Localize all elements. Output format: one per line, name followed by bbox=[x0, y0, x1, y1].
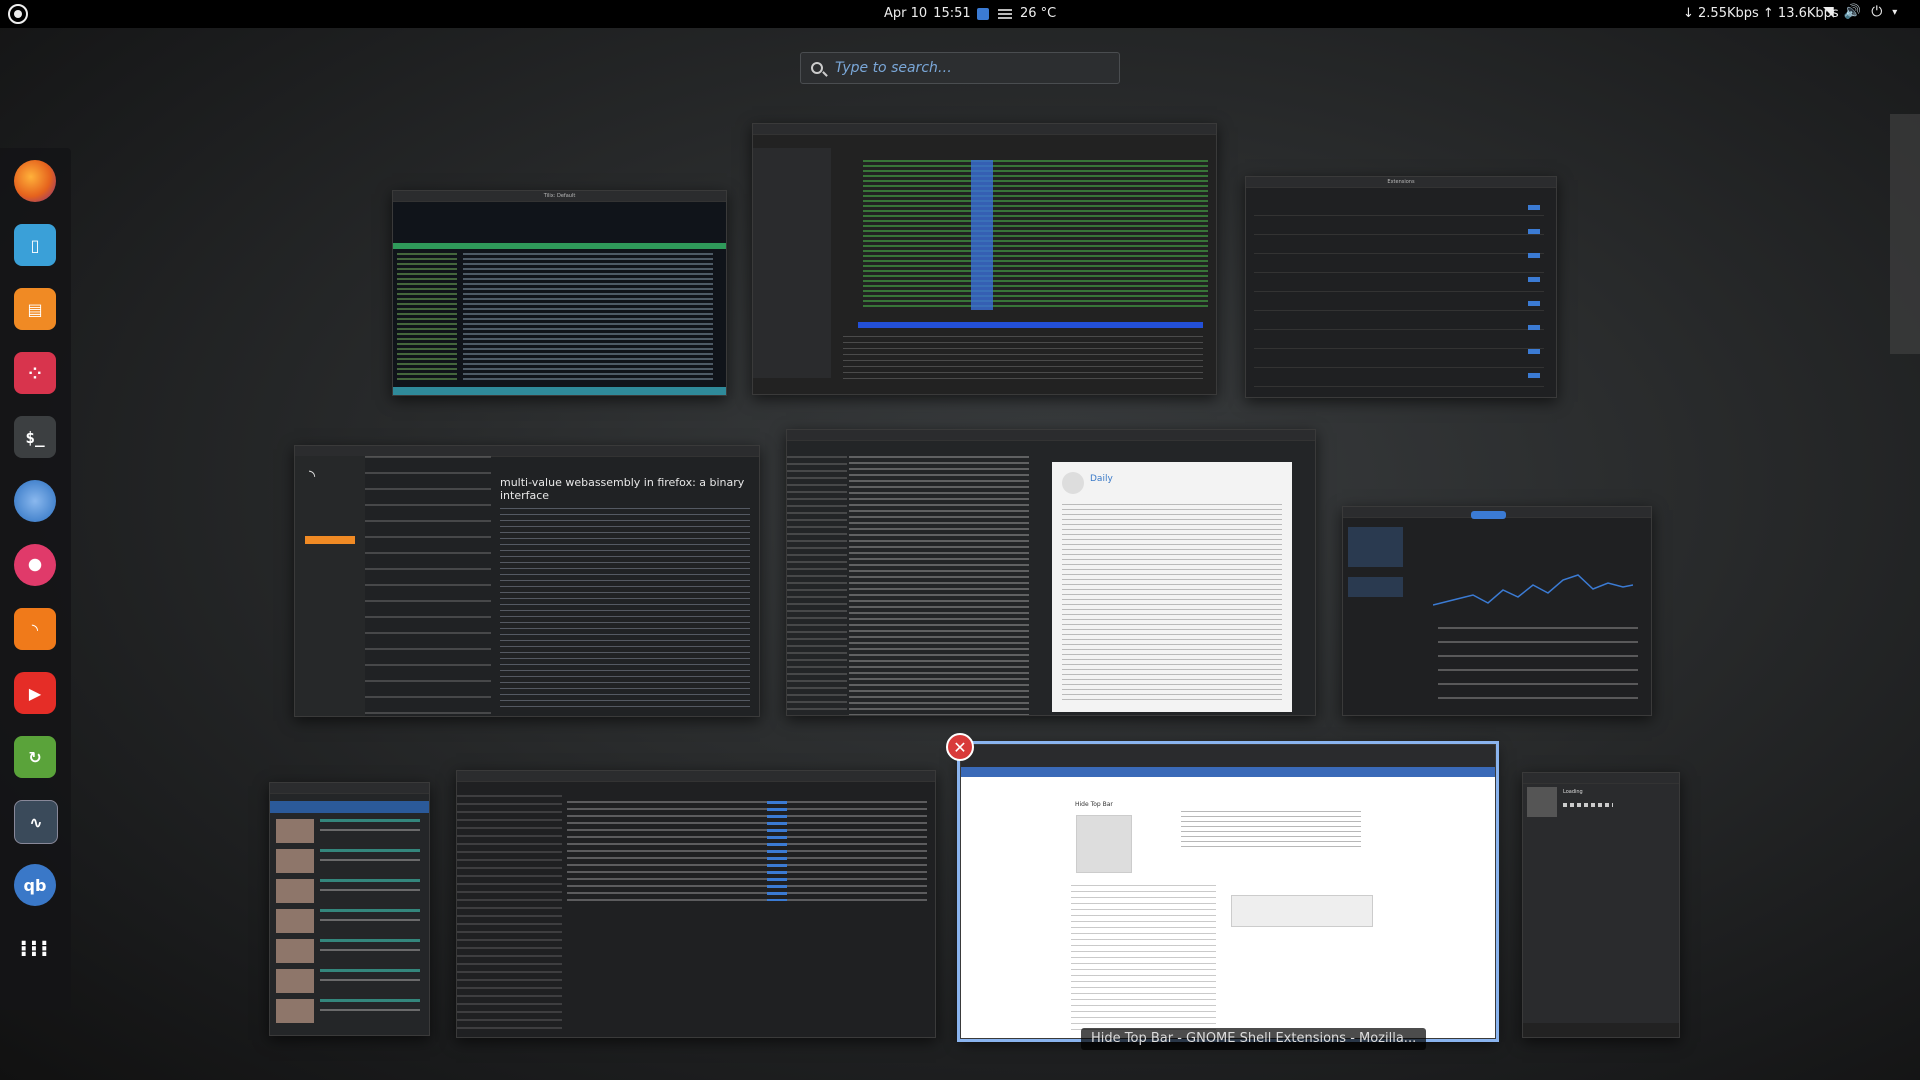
music-title: Loading bbox=[1563, 789, 1583, 795]
window-music-player[interactable]: Loading bbox=[1522, 772, 1680, 1038]
top-bar: Apr 10 15:51 26 °C ↓ 2.55Kbps ↑ 13.6Kbps… bbox=[0, 0, 1920, 28]
window-caption: Hide Top Bar - GNOME Shell Extensions - … bbox=[1081, 1028, 1427, 1050]
files-icon[interactable]: ▯ bbox=[14, 224, 56, 266]
dash: ▯ ▤ ⁘ $_ ◝ ▶ ↻ ∿ qb ⁝⁝⁝ bbox=[0, 148, 71, 1010]
qbittorrent-icon[interactable]: qb bbox=[14, 864, 56, 906]
thunderbird-icon[interactable] bbox=[14, 480, 56, 522]
window-terminal[interactable]: Tilix: Default bbox=[392, 190, 727, 396]
window-title: Extensions bbox=[1246, 177, 1556, 188]
search-input[interactable] bbox=[833, 59, 1097, 77]
rss-icon: ◝ bbox=[309, 466, 316, 485]
system-tray[interactable]: ◥ 🔊 ⏻ ▾ bbox=[1823, 4, 1897, 20]
activities-icon[interactable] bbox=[8, 4, 28, 24]
store-icon[interactable]: ▤ bbox=[14, 288, 56, 330]
youtube-icon[interactable]: ▶ bbox=[14, 672, 56, 714]
notification-icon bbox=[976, 7, 989, 20]
chevron-down-icon: ▾ bbox=[1892, 6, 1898, 18]
volume-icon: 🔊 bbox=[1843, 4, 1862, 20]
window-rss-reader[interactable]: ◝ multi-value webassembly in firefox: a … bbox=[294, 445, 760, 717]
clock[interactable]: Apr 10 15:51 bbox=[884, 6, 989, 21]
lollypop-icon[interactable] bbox=[14, 544, 56, 586]
close-window-button[interactable]: ✕ bbox=[946, 733, 974, 761]
workspace-thumbnail[interactable] bbox=[1890, 114, 1920, 354]
netspeed-indicator[interactable]: ↓ 2.55Kbps ↑ 13.6Kbps bbox=[1683, 6, 1839, 21]
window-torrent-client[interactable] bbox=[456, 770, 936, 1038]
cpu-graph bbox=[1433, 574, 1633, 606]
search-icon bbox=[811, 62, 823, 74]
window-system-monitor[interactable] bbox=[1342, 506, 1652, 716]
monitor-icon[interactable]: ∿ bbox=[14, 800, 58, 844]
window-video-list[interactable] bbox=[269, 782, 430, 1036]
rss-icon[interactable]: ◝ bbox=[14, 608, 56, 650]
clock-time: 15:51 bbox=[933, 6, 971, 21]
app-grid-icon[interactable]: ⁝⁝⁝ bbox=[14, 928, 56, 970]
temperature-label: 26 °C bbox=[1020, 6, 1057, 21]
update-icon[interactable]: ↻ bbox=[14, 736, 56, 778]
search-box bbox=[800, 52, 1120, 84]
tiling-icon[interactable]: ⁘ bbox=[14, 352, 56, 394]
weather-indicator[interactable]: 26 °C bbox=[998, 6, 1056, 21]
power-icon: ⏻ bbox=[1871, 4, 1883, 20]
window-extensions[interactable]: Extensions bbox=[1245, 176, 1557, 398]
window-package-manager[interactable] bbox=[752, 123, 1217, 395]
window-browser[interactable]: Hide Top Bar bbox=[957, 741, 1499, 1042]
weather-icon bbox=[998, 8, 1012, 19]
article-title: multi-value webassembly in firefox: a bi… bbox=[500, 476, 745, 502]
wifi-icon: ◥ bbox=[1823, 4, 1834, 20]
firefox-icon[interactable] bbox=[14, 160, 56, 202]
daily-title: Daily bbox=[1090, 474, 1113, 484]
window-title: Tilix: Default bbox=[393, 191, 726, 202]
window-email-client[interactable]: Daily bbox=[786, 429, 1316, 716]
terminal-icon[interactable]: $_ bbox=[14, 416, 56, 458]
clock-date: Apr 10 bbox=[884, 6, 928, 21]
